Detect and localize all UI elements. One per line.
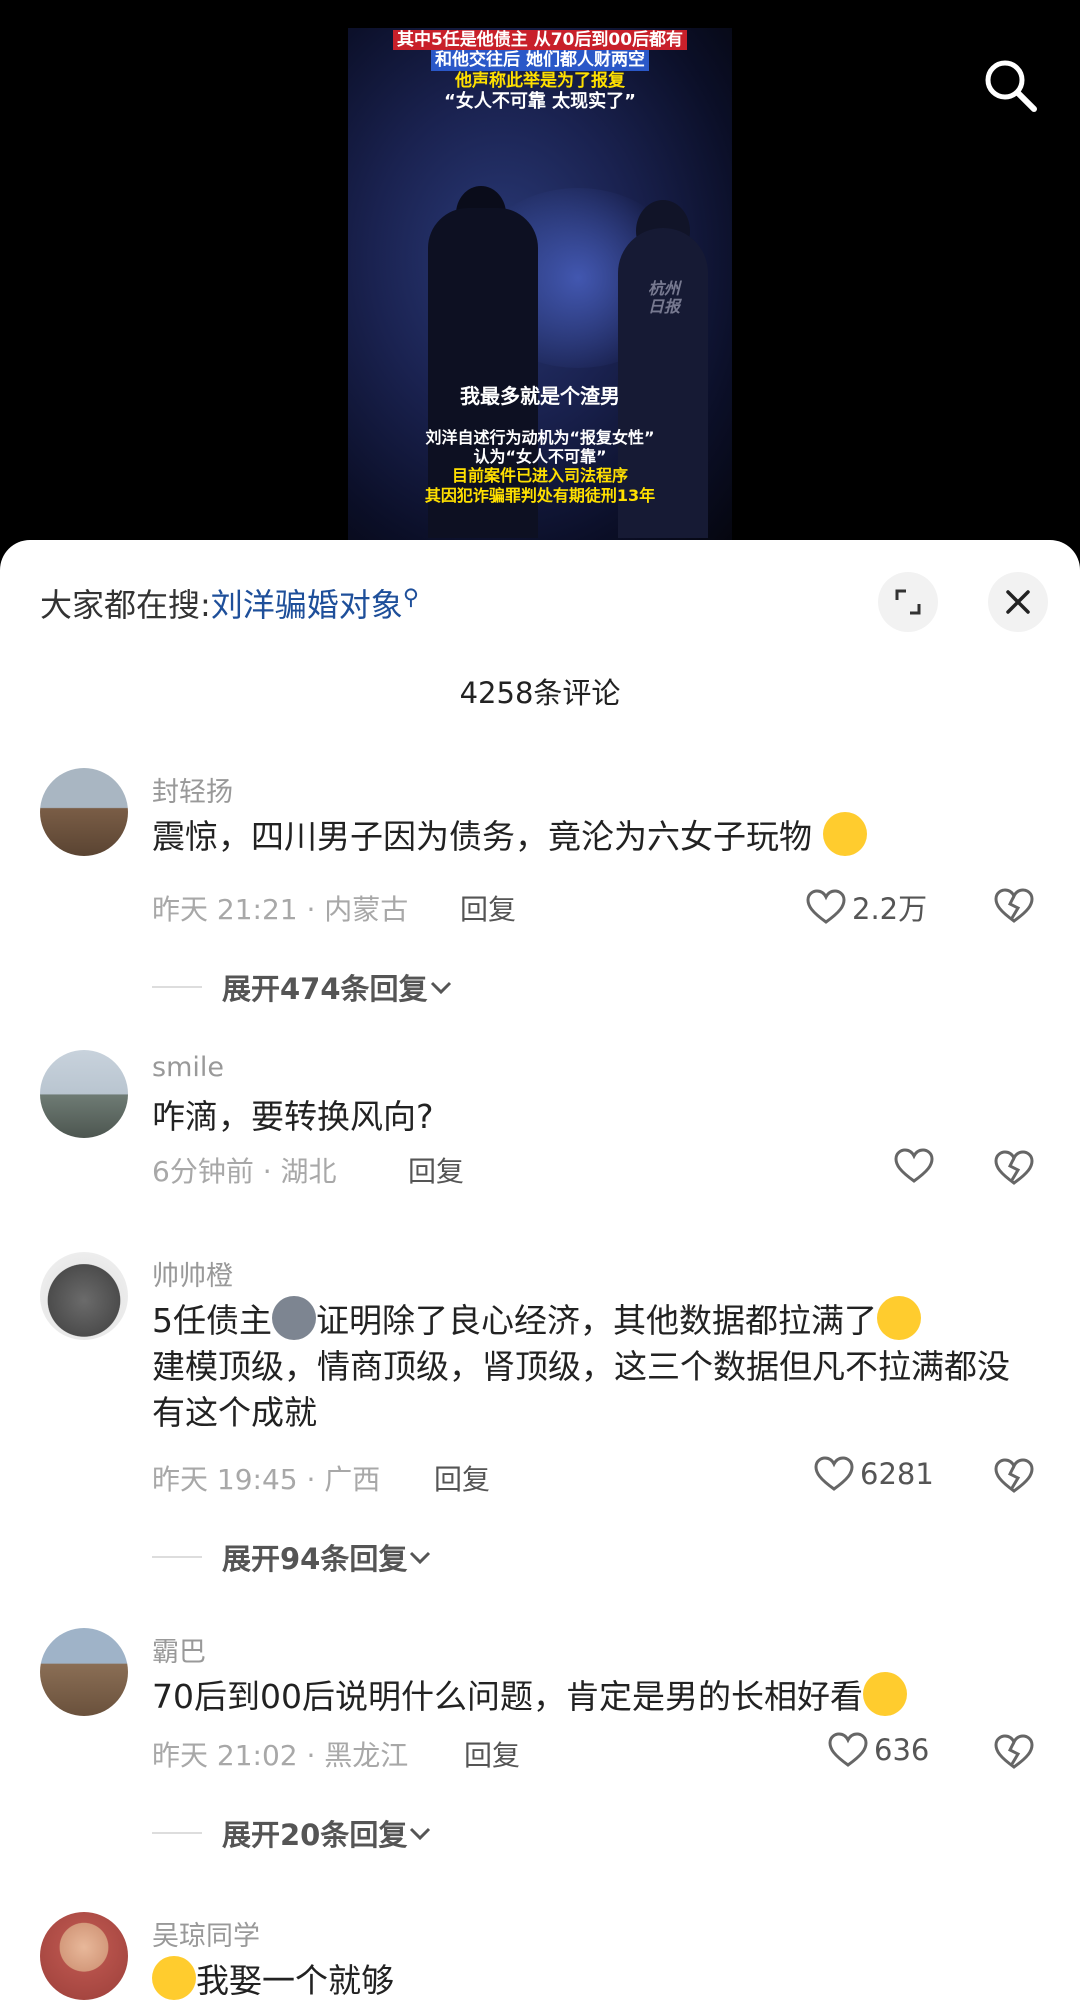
watermark-line-1: 杭州 (648, 279, 681, 298)
avatar[interactable] (40, 1252, 128, 1340)
trending-search-label: 大家都在搜: (40, 586, 211, 624)
avatar[interactable] (40, 768, 128, 856)
dislike-icon[interactable] (994, 1734, 1034, 1770)
crying-face-emoji (862, 1672, 907, 1716)
comment-time-location: 昨天 19:45 · 广西 (152, 1463, 381, 1496)
comment-time-location: 昨天 21:21 · 内蒙古 (152, 893, 409, 926)
expand-replies-button[interactable]: 展开20条回复 (152, 1812, 433, 1854)
expand-replies-label: 展开20条回复 (222, 1818, 408, 1852)
comment-count: 4258条评论 (459, 676, 621, 710)
caption-line-1: 其中5任是他债主 从70后到00后都有 (392, 30, 688, 51)
caption-bottom-1: 刘洋自述行为动机为“报复女性” (425, 428, 655, 447)
like-count: 6281 (860, 1457, 934, 1491)
expand-replies-label: 展开474条回复 (222, 972, 428, 1006)
heart-icon (806, 889, 846, 924)
wolf-emoji (272, 1296, 316, 1340)
video-player[interactable]: 其中5任是他债主 从70后到00后都有 和他交往后 她们都人财两空 他声称此举是… (0, 0, 1080, 560)
caption-line-2: 和他交往后 她们都人财两空 (431, 50, 649, 71)
like-button[interactable] (894, 1148, 934, 1184)
heart-icon (814, 1456, 854, 1491)
reply-button[interactable]: 回复 (460, 888, 516, 928)
fullscreen-button[interactable] (878, 572, 938, 632)
close-icon (1006, 590, 1030, 614)
divider (152, 1556, 202, 1558)
search-icon[interactable] (980, 55, 1040, 115)
grinning-face-emoji (152, 1956, 196, 2000)
like-count: 2.2万 (852, 892, 928, 926)
avatar[interactable] (40, 1628, 128, 1716)
heart-icon (894, 1148, 934, 1183)
comment-text-body: 我娶一个就够 (196, 1961, 394, 2000)
comment-text-body: 70后到00后说明什么问题，肯定是男的长相好看 (152, 1677, 863, 1716)
comment-username[interactable]: 吴琼同学 (152, 1914, 260, 1953)
trending-search-keyword[interactable]: 刘洋骗婚对象 (211, 586, 403, 624)
avatar[interactable] (40, 1912, 128, 2000)
close-button[interactable] (988, 572, 1048, 632)
reply-button[interactable]: 回复 (464, 1734, 520, 1774)
expand-icon (895, 589, 921, 615)
comment-sheet: 大家都在搜:刘洋骗婚对象⚲ 4258条评论 封轻扬 震惊，四川男子因为债务，竟沦… (0, 540, 1080, 2015)
comment-text: 70后到00后说明什么问题，肯定是男的长相好看 (152, 1672, 1032, 1720)
avatar[interactable] (40, 1050, 128, 1138)
dislike-icon[interactable] (994, 1458, 1034, 1494)
watermark: 杭州 日报 (648, 279, 681, 317)
dislike-icon[interactable] (994, 888, 1034, 924)
comment-time-location: 6分钟前 · 湖北 (152, 1155, 337, 1188)
caption-bottom-3: 目前案件已进入司法程序 (451, 466, 628, 486)
like-button[interactable]: 636 (828, 1732, 929, 1768)
expand-replies-button[interactable]: 展开474条回复 (152, 966, 454, 1008)
divider (152, 1832, 202, 1834)
video-caption-top: 其中5任是他债主 从70后到00后都有 和他交往后 她们都人财两空 他声称此举是… (348, 30, 732, 113)
caption-bottom-2: 认为“女人不可靠” (473, 447, 607, 467)
comment-text: 我娶一个就够 (152, 1956, 1032, 2004)
laughing-tears-emoji (877, 1296, 921, 1340)
trending-search[interactable]: 大家都在搜:刘洋骗婚对象⚲ (40, 580, 419, 626)
watermark-line-2: 日报 (648, 297, 681, 317)
comment-text: 震惊，四川男子因为债务，竟沦为六女子玩物 (152, 812, 1032, 860)
comment-text-body: 震惊，四川男子因为债务，竟沦为六女子玩物 (152, 817, 812, 856)
like-count: 636 (874, 1733, 930, 1767)
comment-username[interactable]: 霸巴 (152, 1630, 206, 1669)
comment-text: 咋滴，要转换风向? (152, 1097, 434, 1136)
small-search-icon: ⚲ (402, 585, 419, 611)
chevron-down-icon (410, 1551, 431, 1565)
expand-replies-label: 展开94条回复 (222, 1542, 408, 1576)
comment-username[interactable]: 帅帅橙 (152, 1254, 233, 1293)
chevron-down-icon (410, 1827, 431, 1841)
video-caption-bottom: 刘洋自述行为动机为“报复女性” 认为“女人不可靠” 目前案件已进入司法程序 其因… (348, 428, 732, 505)
video-caption-mid: 我最多就是个渣男 (460, 384, 620, 408)
caption-line-4: “女人不可靠 太现实了” (444, 91, 636, 113)
comment-time-location: 昨天 21:02 · 黑龙江 (152, 1739, 409, 1772)
heart-icon (828, 1732, 868, 1767)
like-button[interactable]: 6281 (814, 1456, 934, 1492)
crying-face-emoji (822, 812, 867, 856)
chevron-down-icon (430, 981, 451, 995)
divider (152, 986, 202, 988)
reply-button[interactable]: 回复 (408, 1150, 464, 1190)
video-frame[interactable]: 其中5任是他债主 从70后到00后都有 和他交往后 她们都人财两空 他声称此举是… (348, 28, 732, 540)
caption-line-3: 他声称此举是为了报复 (455, 70, 625, 91)
comment-text-part: 建模顶级，情商顶级，肾顶级，这三个数据但凡不拉满都没有这个成就 (152, 1347, 1010, 1432)
caption-bottom-4: 其因犯诈骗罪判处有期徒刑13年 (424, 485, 656, 505)
dislike-icon[interactable] (994, 1150, 1034, 1186)
expand-replies-button[interactable]: 展开94条回复 (152, 1536, 433, 1578)
comment-username[interactable]: smile (152, 1052, 224, 1083)
comment-text-part: 5任债主 (152, 1301, 272, 1340)
comment-username[interactable]: 封轻扬 (152, 770, 233, 809)
reply-button[interactable]: 回复 (434, 1458, 490, 1498)
like-button[interactable]: 2.2万 (806, 886, 927, 928)
comment-text-part: 证明除了良心经济，其他数据都拉满了 (316, 1301, 877, 1340)
comment-text: 5任债主 证明除了良心经济，其他数据都拉满了 建模顶级，情商顶级，肾顶级，这三个数… (152, 1296, 1032, 1436)
